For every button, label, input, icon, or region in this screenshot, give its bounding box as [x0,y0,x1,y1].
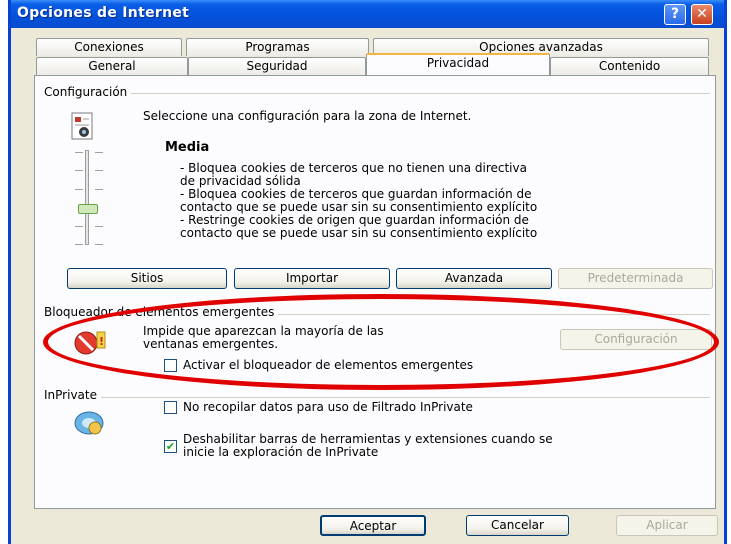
advanced-button[interactable]: Avanzada [396,268,552,289]
slider-tick [75,189,83,190]
slider-tick [75,226,83,227]
config-separator [50,93,710,94]
highlight-ellipse [43,294,719,390]
no-collect-inprivate-label: No recopilar datos para uso de Filtrado … [183,400,473,414]
slider-tick [75,152,83,153]
slider-tick [95,244,103,245]
tab-contenido[interactable]: Contenido [550,57,709,75]
config-intro-text: Seleccione una configuración para la zon… [143,109,472,123]
tab-programas[interactable]: Programas [186,38,369,56]
slider-tick [75,244,83,245]
inprivate-group-label: InPrivate [44,388,101,402]
tab-seguridad[interactable]: Seguridad [188,57,366,75]
checkmark-icon: ✔ [165,440,176,453]
tab-conexiones[interactable]: Conexiones [36,38,182,56]
slider-tick [95,226,103,227]
disable-toolbars-checkbox[interactable]: ✔ [164,440,177,453]
slider-tick [95,152,103,153]
slider-tick [75,170,83,171]
title-bar: Opciones de Internet ? ✕ [11,0,724,28]
ok-button[interactable]: Aceptar [320,515,426,536]
apply-button[interactable]: Aplicar [616,515,718,536]
help-icon: ? [670,6,680,22]
import-button[interactable]: Importar [234,268,390,289]
sites-button[interactable]: Sitios [67,268,227,289]
window-title: Opciones de Internet [17,5,190,21]
privacy-desc-line-6: contacto que se puede usar sin su consen… [180,226,538,240]
privacy-level-slider-track[interactable] [85,150,89,245]
tab-general[interactable]: General [36,57,188,75]
privacy-page-icon [71,112,93,140]
disable-toolbars-label-line-2: inicie la exploración de InPrivate [183,445,379,459]
tab-privacidad[interactable]: Privacidad [366,53,550,75]
close-icon: ✕ [696,6,708,22]
cancel-button[interactable]: Cancelar [466,515,569,536]
config-group-label: Configuración [44,85,132,99]
inprivate-icon [74,411,104,435]
slider-tick [95,170,103,171]
slider-tick [95,189,103,190]
inprivate-separator [50,397,710,398]
no-collect-inprivate-checkbox[interactable] [164,401,177,414]
privacy-level-name: Media [165,140,210,155]
privacy-level-slider-thumb[interactable] [78,204,98,214]
default-button[interactable]: Predeterminada [558,268,713,289]
close-button[interactable]: ✕ [691,4,713,25]
help-button[interactable]: ? [664,4,686,25]
internet-options-window: Opciones de Internet ? ✕ Conexiones Prog… [8,0,727,544]
